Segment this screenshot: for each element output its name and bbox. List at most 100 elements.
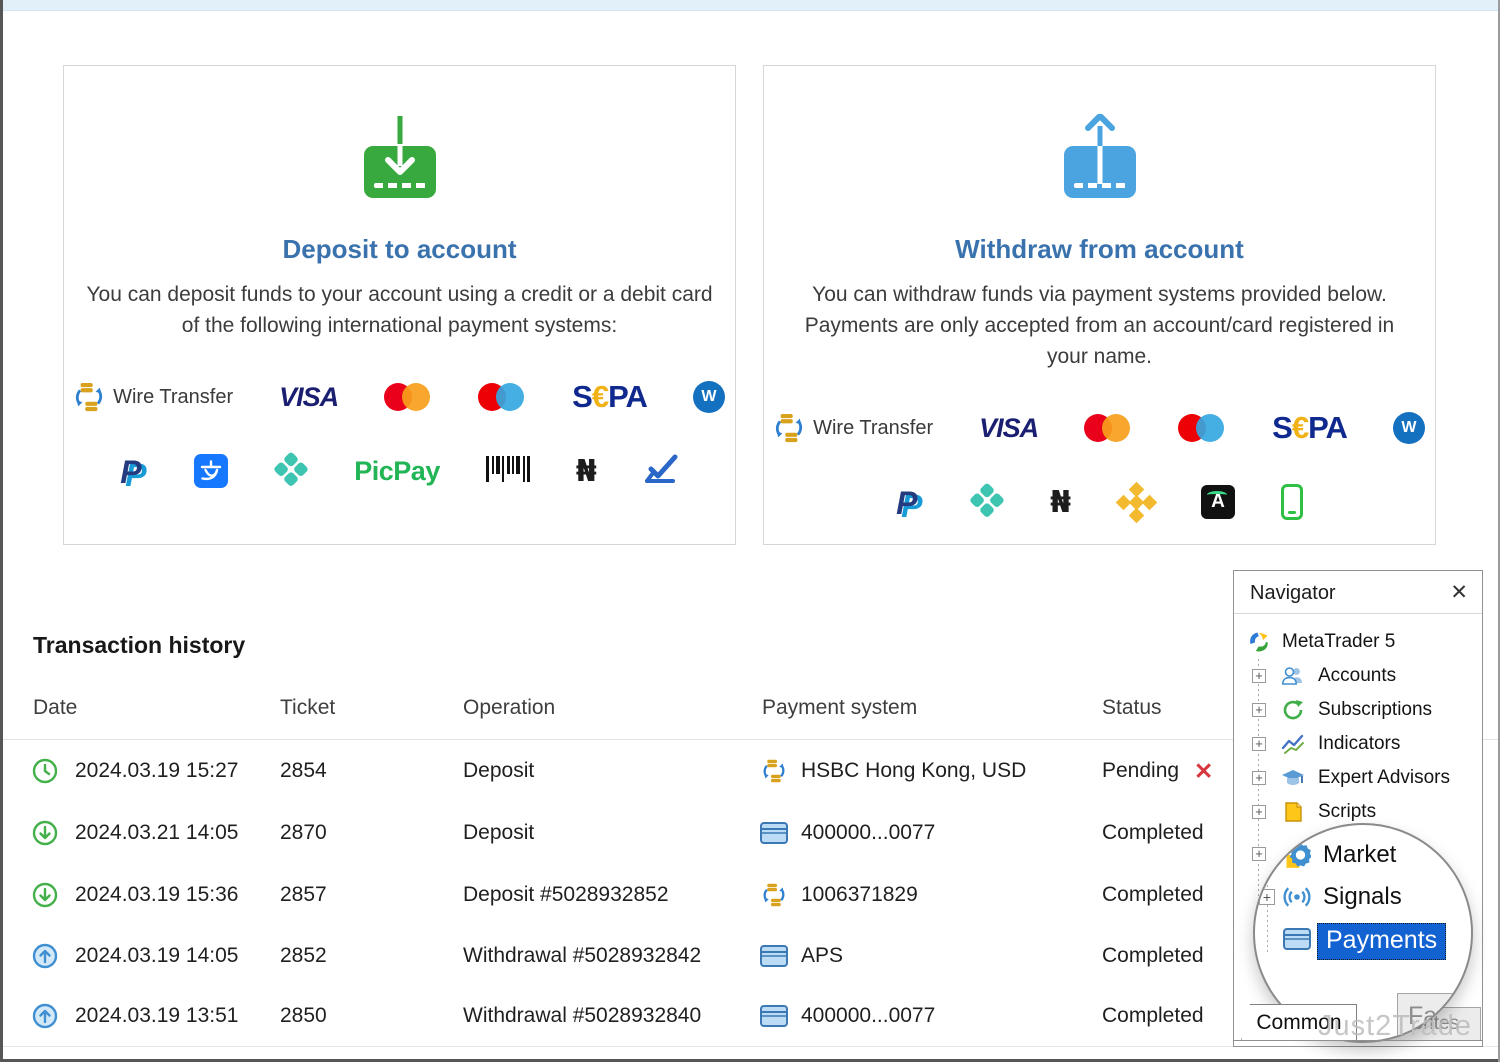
- expand-plus-icon[interactable]: +: [1252, 805, 1266, 819]
- cell-status: Completed: [1102, 932, 1204, 980]
- bank-card-icon: [760, 1004, 788, 1028]
- afriex-icon: A: [1201, 485, 1235, 519]
- sepa-icon: S€PA: [572, 379, 647, 415]
- mobile-phone-icon: [1281, 484, 1303, 520]
- withdraw-description: You can withdraw funds via payment syste…: [785, 279, 1415, 372]
- payments-selected-label[interactable]: Payments: [1317, 923, 1446, 960]
- expand-plus-icon[interactable]: +: [1252, 669, 1266, 683]
- sidebar-item-subscriptions[interactable]: + Subscriptions: [1234, 695, 1482, 725]
- expand-plus-icon[interactable]: +: [1252, 771, 1266, 785]
- column-header-operation: Operation: [463, 688, 555, 728]
- expand-plus-icon[interactable]: +: [1252, 703, 1266, 717]
- column-header-ticket: Ticket: [280, 688, 335, 728]
- cell-ticket: 2850: [280, 992, 327, 1040]
- watermark: Just2Trade: [1318, 1010, 1472, 1043]
- cell-status: Completed: [1102, 871, 1204, 919]
- cell-payment-system: APS: [801, 932, 843, 980]
- boleto-barcode-icon: [486, 454, 530, 489]
- naira-icon: ₦: [1050, 485, 1071, 520]
- cell-date: 2024.03.19 15:27: [75, 747, 239, 795]
- subscriptions-icon: [1281, 698, 1305, 722]
- sidebar-item-indicators[interactable]: + Indicators: [1234, 729, 1482, 759]
- scripts-icon: [1281, 800, 1305, 824]
- cell-operation: Deposit: [463, 747, 534, 795]
- cell-ticket: 2854: [280, 747, 327, 795]
- cell-date: 2024.03.19 15:36: [75, 871, 239, 919]
- cell-payment-system: 400000...0077: [801, 809, 935, 857]
- sidebar-item-market[interactable]: Market: [1255, 839, 1473, 873]
- pending-clock-icon: [32, 758, 58, 784]
- cancel-x-icon[interactable]: ✕: [1194, 747, 1213, 795]
- bank-card-icon: [760, 944, 788, 968]
- maestro-icon: [1178, 414, 1226, 442]
- sidebar-item-signals[interactable]: + Signals: [1255, 881, 1473, 915]
- wire-transfer-label: Wire Transfer: [813, 417, 933, 440]
- signals-icon: [1283, 883, 1311, 911]
- navigator-title: Navigator: [1250, 582, 1336, 605]
- navigator-root-metatrader5[interactable]: MetaTrader 5: [1234, 627, 1482, 657]
- payments-icon: [1283, 925, 1311, 953]
- naira-icon: ₦: [576, 454, 597, 489]
- column-header-date: Date: [33, 688, 77, 728]
- webmoney-icon: W: [1393, 412, 1425, 444]
- withdraw-card[interactable]: Withdraw from account You can withdraw f…: [763, 65, 1436, 545]
- cell-operation: Withdrawal #5028932842: [463, 932, 701, 980]
- paypal-icon: PP: [120, 454, 148, 488]
- alipay-icon: [194, 454, 228, 488]
- picpay-icon: PicPay: [354, 456, 440, 487]
- withdraw-title: Withdraw from account: [764, 234, 1435, 265]
- cell-payment-system: 400000...0077: [801, 992, 935, 1040]
- cell-date: 2024.03.19 14:05: [75, 932, 239, 980]
- deposit-card-icon: [362, 114, 438, 204]
- pix-icon: [272, 451, 311, 490]
- wire-transfer-icon: Wire Transfer: [74, 382, 233, 412]
- payments-page: Deposit to account You can deposit funds…: [0, 0, 1500, 1062]
- cell-payment-system: HSBC Hong Kong, USD: [801, 747, 1026, 795]
- binance-icon: [1117, 483, 1155, 521]
- deposit-arrow-icon: [32, 882, 58, 908]
- wire-transfer-icon: [760, 883, 788, 907]
- bank-card-icon: [760, 821, 788, 845]
- top-strip: [0, 0, 1500, 11]
- cell-ticket: 2857: [280, 871, 327, 919]
- page-border-left: [0, 0, 3, 1062]
- visa-icon: VISA: [279, 382, 338, 413]
- accounts-icon: [1281, 664, 1305, 688]
- close-icon[interactable]: ✕: [1450, 580, 1468, 605]
- sidebar-item-accounts[interactable]: + Accounts: [1234, 661, 1482, 691]
- cell-status: Completed: [1102, 809, 1204, 857]
- mastercard-icon: [1084, 414, 1132, 442]
- maestro-icon: [478, 383, 526, 411]
- wire-transfer-icon: [760, 759, 788, 783]
- transaction-history-title: Transaction history: [33, 632, 245, 659]
- check-icon: [643, 453, 679, 490]
- cell-date: 2024.03.21 14:05: [75, 809, 239, 857]
- wire-transfer-label: Wire Transfer: [113, 386, 233, 409]
- expert-advisors-icon: [1281, 766, 1305, 790]
- deposit-methods-row-2: PP PicPay ₦: [64, 449, 735, 493]
- pix-icon: [967, 482, 1006, 521]
- cell-date: 2024.03.19 13:51: [75, 992, 239, 1040]
- market-icon: [1283, 841, 1311, 869]
- column-header-payment-system: Payment system: [762, 688, 917, 728]
- navigator-titlebar: Navigator ✕: [1234, 571, 1482, 614]
- cell-payment-system: 1006371829: [801, 871, 918, 919]
- webmoney-icon: W: [693, 381, 725, 413]
- cell-operation: Deposit #5028932852: [463, 871, 669, 919]
- column-header-status: Status: [1102, 688, 1162, 728]
- metatrader5-logo-icon: [1247, 630, 1271, 654]
- deposit-card[interactable]: Deposit to account You can deposit funds…: [63, 65, 736, 545]
- paypal-icon: PP: [896, 485, 924, 519]
- expand-plus-icon[interactable]: +: [1259, 889, 1275, 905]
- expand-plus-icon[interactable]: +: [1252, 737, 1266, 751]
- deposit-arrow-icon: [32, 820, 58, 846]
- sidebar-item-expert-advisors[interactable]: + Expert Advisors: [1234, 763, 1482, 793]
- indicators-icon: [1281, 732, 1305, 756]
- mastercard-icon: [384, 383, 432, 411]
- wire-transfer-icon: Wire Transfer: [774, 413, 933, 443]
- withdraw-methods-row-2: PP ₦ A: [764, 480, 1435, 524]
- cell-status: Pending: [1102, 747, 1179, 795]
- cell-status: Completed: [1102, 992, 1204, 1040]
- sidebar-item-payments[interactable]: Payments: [1255, 923, 1473, 957]
- withdraw-arrow-icon: [32, 943, 58, 969]
